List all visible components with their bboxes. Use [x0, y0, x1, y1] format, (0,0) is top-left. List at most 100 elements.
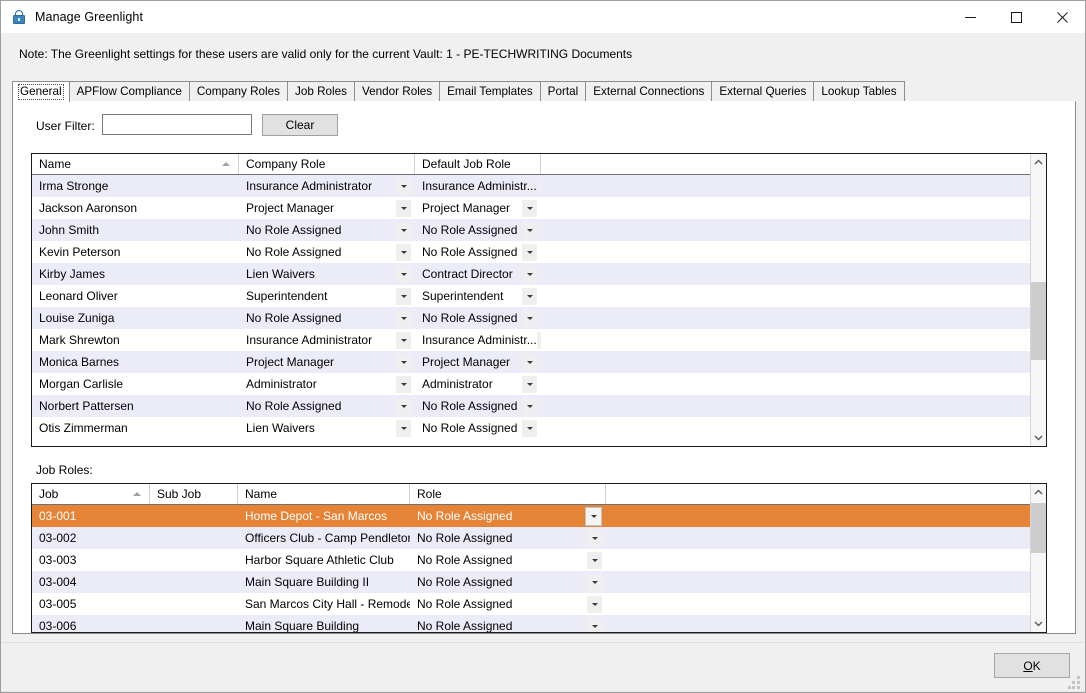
job-roles-table-row[interactable]: 03-005 San Marcos City Hall - Remodel No R… — [32, 593, 1046, 615]
users-column-header-name[interactable]: Name — [32, 154, 239, 174]
chevron-down-icon[interactable] — [396, 353, 411, 371]
tab-vendor-roles[interactable]: Vendor Roles — [353, 81, 441, 101]
default-job-role-cell[interactable]: Contract Director — [415, 263, 541, 285]
job-role-cell[interactable]: No Role Assigned — [410, 571, 606, 593]
chevron-down-icon[interactable] — [522, 265, 537, 283]
company-role-cell[interactable]: Insurance Administrator — [239, 329, 415, 351]
chevron-down-icon[interactable] — [396, 287, 411, 305]
company-role-cell[interactable]: Insurance Administrator — [239, 175, 415, 197]
default-job-role-cell[interactable]: Administrator — [415, 373, 541, 395]
job-roles-column-header-blank[interactable] — [606, 484, 1029, 504]
maximize-button[interactable] — [993, 1, 1039, 33]
company-role-cell[interactable]: Administrator — [239, 373, 415, 395]
job-roles-column-header-job[interactable]: Job — [32, 484, 150, 504]
chevron-down-icon[interactable] — [522, 199, 537, 217]
chevron-down-icon[interactable] — [396, 177, 411, 195]
chevron-down-icon[interactable] — [585, 506, 602, 526]
scroll-down-icon[interactable] — [1031, 615, 1046, 632]
chevron-down-icon[interactable] — [587, 573, 602, 591]
chevron-down-icon[interactable] — [522, 287, 537, 305]
chevron-down-icon[interactable] — [396, 419, 411, 437]
users-table-row[interactable]: Mark Shrewton Insurance Administrator Insu… — [32, 329, 1046, 351]
scroll-thumb[interactable] — [1031, 282, 1046, 360]
tab-email-templates[interactable]: Email Templates — [439, 81, 541, 101]
tab-external-queries[interactable]: External Queries — [711, 81, 815, 101]
tab-lookup-tables[interactable]: Lookup Tables — [813, 81, 905, 101]
default-job-role-cell[interactable]: No Role Assigned — [415, 219, 541, 241]
default-job-role-cell[interactable]: No Role Assigned — [415, 417, 541, 439]
users-table-row[interactable]: Louise Zuniga No Role Assigned No Role Ass… — [32, 307, 1046, 329]
user-filter-input[interactable] — [102, 114, 252, 135]
chevron-down-icon[interactable] — [522, 221, 537, 239]
users-table-row[interactable]: John Smith No Role Assigned No Role Assign… — [32, 219, 1046, 241]
users-column-header-default-job-role[interactable]: Default Job Role — [415, 154, 541, 174]
scroll-up-icon[interactable] — [1031, 484, 1046, 501]
job-roles-grid[interactable]: Job Sub Job Name Role 03-001 Home Depot - Sa… — [31, 483, 1047, 633]
tab-apflow-compliance[interactable]: APFlow Compliance — [68, 81, 190, 101]
chevron-down-icon[interactable] — [396, 243, 411, 261]
users-table-row[interactable]: Kevin Peterson No Role Assigned No Role As… — [32, 241, 1046, 263]
minimize-button[interactable] — [947, 1, 993, 33]
default-job-role-cell[interactable]: No Role Assigned — [415, 307, 541, 329]
users-grid-scrollbar[interactable] — [1030, 154, 1046, 446]
chevron-down-icon[interactable] — [522, 243, 537, 261]
chevron-down-icon[interactable] — [587, 529, 602, 547]
company-role-cell[interactable]: No Role Assigned — [239, 395, 415, 417]
users-column-header-company-role[interactable]: Company Role — [239, 154, 415, 174]
default-job-role-cell[interactable]: Insurance Administr... — [415, 175, 541, 197]
job-roles-table-row[interactable]: 03-001 Home Depot - San Marcos No Role Ass… — [32, 505, 1046, 527]
tab-external-connections[interactable]: External Connections — [585, 81, 713, 101]
chevron-down-icon[interactable] — [396, 375, 411, 393]
company-role-cell[interactable]: Project Manager — [239, 351, 415, 373]
chevron-down-icon[interactable] — [396, 265, 411, 283]
default-job-role-cell[interactable]: Project Manager — [415, 197, 541, 219]
users-table-row[interactable]: Jackson Aaronson Project Manager Project M… — [32, 197, 1046, 219]
job-role-cell[interactable]: No Role Assigned — [410, 527, 606, 549]
default-job-role-cell[interactable]: Project Manager — [415, 351, 541, 373]
users-grid-body[interactable]: Irma Stronge Insurance Administrator Insur… — [32, 175, 1046, 446]
company-role-cell[interactable]: No Role Assigned — [239, 307, 415, 329]
tab-general[interactable]: General — [12, 81, 70, 102]
job-roles-table-row[interactable]: 03-006 Main Square Building No Role Assign… — [32, 615, 1046, 632]
scroll-up-icon[interactable] — [1031, 154, 1046, 171]
ok-button[interactable]: OK — [994, 653, 1070, 678]
users-column-header-blank[interactable] — [541, 154, 1013, 174]
company-role-cell[interactable]: Lien Waivers — [239, 263, 415, 285]
chevron-down-icon[interactable] — [396, 199, 411, 217]
chevron-down-icon[interactable] — [522, 397, 537, 415]
job-role-cell[interactable]: No Role Assigned — [410, 505, 606, 527]
chevron-down-icon[interactable] — [522, 419, 537, 437]
job-role-cell[interactable]: No Role Assigned — [410, 593, 606, 615]
chevron-down-icon[interactable] — [396, 331, 411, 349]
users-table-row[interactable]: Leonard Oliver Superintendent Superintende… — [32, 285, 1046, 307]
chevron-down-icon[interactable] — [522, 353, 537, 371]
job-roles-table-row[interactable]: 03-003 Harbor Square Athletic Club No Role… — [32, 549, 1046, 571]
job-roles-grid-body[interactable]: 03-001 Home Depot - San Marcos No Role Ass… — [32, 505, 1046, 632]
company-role-cell[interactable]: No Role Assigned — [239, 219, 415, 241]
chevron-down-icon[interactable] — [396, 397, 411, 415]
tab-portal[interactable]: Portal — [539, 81, 587, 101]
job-role-cell[interactable]: No Role Assigned — [410, 549, 606, 571]
job-roles-grid-scrollbar[interactable] — [1030, 484, 1046, 632]
resize-grip[interactable] — [1068, 676, 1081, 689]
company-role-cell[interactable]: No Role Assigned — [239, 241, 415, 263]
scroll-thumb[interactable] — [1031, 503, 1046, 553]
chevron-down-icon[interactable] — [396, 309, 411, 327]
default-job-role-cell[interactable]: Insurance Administr... — [415, 329, 541, 351]
company-role-cell[interactable]: Superintendent — [239, 285, 415, 307]
chevron-down-icon[interactable] — [587, 551, 602, 569]
chevron-down-icon[interactable] — [587, 595, 602, 613]
job-roles-table-row[interactable]: 03-002 Officers Club - Camp Pendleton No R… — [32, 527, 1046, 549]
users-table-row[interactable]: Otis Zimmerman Lien Waivers No Role Assign… — [32, 417, 1046, 439]
tab-job-roles[interactable]: Job Roles — [286, 81, 355, 101]
company-role-cell[interactable]: Project Manager — [239, 197, 415, 219]
company-role-cell[interactable]: Lien Waivers — [239, 417, 415, 439]
chevron-down-icon[interactable] — [587, 617, 602, 632]
default-job-role-cell[interactable]: Superintendent — [415, 285, 541, 307]
default-job-role-cell[interactable]: No Role Assigned — [415, 395, 541, 417]
job-roles-column-header-sub-job[interactable]: Sub Job — [150, 484, 238, 504]
clear-button[interactable]: Clear — [262, 114, 338, 136]
users-table-row[interactable]: Morgan Carlisle Administrator Administrato… — [32, 373, 1046, 395]
chevron-down-icon[interactable] — [522, 309, 537, 327]
chevron-down-icon[interactable] — [396, 221, 411, 239]
